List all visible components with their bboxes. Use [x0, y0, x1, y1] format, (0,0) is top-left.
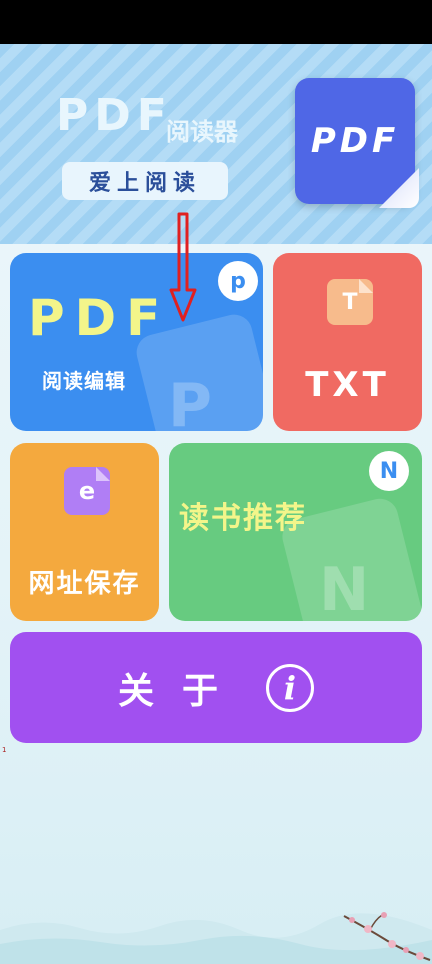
txt-doc-icon: T: [327, 279, 373, 325]
pdf-card-icon: PDF: [295, 78, 419, 208]
book-recommend-tile[interactable]: N 读书推荐 N: [169, 443, 422, 621]
txt-tile-label: TXT: [305, 365, 390, 405]
tiny-marker: 1: [2, 746, 7, 754]
red-down-arrow-icon: [169, 212, 197, 322]
info-icon: i: [266, 663, 314, 712]
url-save-tile[interactable]: e 网址保存: [10, 443, 159, 621]
about-label: 关于: [117, 670, 246, 712]
p-badge-icon: p: [218, 261, 258, 301]
book-tile-label: 读书推荐: [179, 501, 307, 536]
pdf-read-edit-tile[interactable]: P PDF 阅读编辑 p: [10, 253, 263, 431]
url-tile-label: 网址保存: [28, 569, 141, 599]
about-tile[interactable]: 关于 i: [10, 632, 422, 743]
header-banner: PDF 阅读器 爱上阅读 PDF: [0, 44, 432, 244]
slogan-pill: 爱上阅读: [62, 162, 228, 200]
n-badge-icon: N: [369, 451, 409, 491]
e-doc-icon: e: [64, 467, 110, 515]
app-title: PDF: [56, 90, 173, 141]
txt-tile[interactable]: T TXT: [273, 253, 422, 431]
txt-doc-letter: T: [342, 289, 358, 315]
pdf-tile-label: 阅读编辑: [42, 369, 126, 393]
url-doc-letter: e: [78, 477, 96, 505]
app-subtitle: 阅读器: [166, 118, 238, 146]
pdf-card-text: PDF: [310, 121, 400, 161]
page-fold-decoration: [379, 168, 419, 208]
blossom-branch-decoration: [343, 912, 431, 961]
pdf-ghost-letter: P: [168, 371, 212, 431]
doc-fold: [96, 467, 110, 481]
book-ghost-letter: N: [319, 555, 370, 621]
doc-fold: [359, 279, 373, 293]
pdf-tile-title: PDF: [28, 289, 171, 347]
status-bar: [0, 0, 432, 44]
